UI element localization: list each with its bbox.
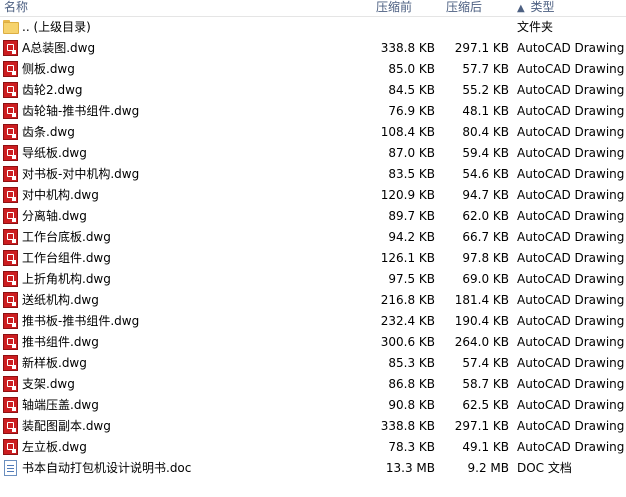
- file-rows: .. (上级目录) 文件夹 A总装图.dwg 338.8 KB 297.1 KB Auto…: [0, 17, 626, 479]
- file-size: 59.4 KB: [462, 146, 509, 160]
- file-size: 57.7 KB: [462, 62, 509, 76]
- file-row[interactable]: 送纸机构.dwg 216.8 KB 181.4 KB AutoCAD Drawing: [0, 290, 626, 311]
- file-size: 9.2 MB: [467, 461, 509, 475]
- file-row[interactable]: 支架.dwg 86.8 KB 58.7 KB AutoCAD Drawing: [0, 374, 626, 395]
- file-row[interactable]: 工作台底板.dwg 94.2 KB 66.7 KB AutoCAD Drawing: [0, 227, 626, 248]
- file-size: 264.0 KB: [454, 335, 509, 349]
- file-size: 62.0 KB: [462, 209, 509, 223]
- file-type: AutoCAD Drawing: [517, 83, 625, 97]
- column-header-name[interactable]: 名称: [4, 0, 28, 16]
- file-size: 66.7 KB: [462, 230, 509, 244]
- file-row[interactable]: 上折角机构.dwg 97.5 KB 69.0 KB AutoCAD Drawing: [0, 269, 626, 290]
- file-type: AutoCAD Drawing: [517, 167, 625, 181]
- file-size: 49.1 KB: [462, 440, 509, 454]
- file-size: 97.8 KB: [462, 251, 509, 265]
- file-type: AutoCAD Drawing: [517, 62, 625, 76]
- file-type: AutoCAD Drawing: [517, 230, 625, 244]
- file-size: 190.4 KB: [454, 314, 509, 328]
- file-type: AutoCAD Drawing: [517, 125, 625, 139]
- file-row[interactable]: 齿轮轴-推书组件.dwg 76.9 KB 48.1 KB AutoCAD Drawin…: [0, 101, 626, 122]
- file-row[interactable]: 书本自动打包机设计说明书.doc 13.3 MB 9.2 MB DOC 文档: [0, 458, 626, 479]
- column-header-type-label: 类型: [530, 0, 555, 14]
- file-type: AutoCAD Drawing: [517, 293, 625, 307]
- file-type: 文件夹: [517, 20, 554, 34]
- file-type: AutoCAD Drawing: [517, 146, 625, 160]
- file-size: 297.1 KB: [454, 419, 509, 433]
- file-type: AutoCAD Drawing: [517, 104, 625, 118]
- file-row[interactable]: 对中机构.dwg 120.9 KB 94.7 KB AutoCAD Drawing: [0, 185, 626, 206]
- file-type: AutoCAD Drawing: [517, 398, 625, 412]
- file-size: 94.7 KB: [462, 188, 509, 202]
- file-type: AutoCAD Drawing: [517, 356, 625, 370]
- file-row[interactable]: 分离轴.dwg 89.7 KB 62.0 KB AutoCAD Drawing: [0, 206, 626, 227]
- file-size: 69.0 KB: [462, 272, 509, 286]
- file-type: AutoCAD Drawing: [517, 377, 625, 391]
- file-row[interactable]: 轴端压盖.dwg 90.8 KB 62.5 KB AutoCAD Drawing: [0, 395, 626, 416]
- file-size: 54.6 KB: [462, 167, 509, 181]
- file-row[interactable]: 推书板-推书组件.dwg 232.4 KB 190.4 KB AutoCAD Draw…: [0, 311, 626, 332]
- column-header-bar: 名称 压缩前 压缩后 ▲ 类型: [0, 0, 626, 17]
- file-size: 48.1 KB: [462, 104, 509, 118]
- file-size: 58.7 KB: [462, 377, 509, 391]
- file-row[interactable]: .. (上级目录) 文件夹: [0, 17, 626, 38]
- file-row[interactable]: 对书板-对中机构.dwg 83.5 KB 54.6 KB AutoCAD Drawin…: [0, 164, 626, 185]
- file-row[interactable]: 导纸板.dwg 87.0 KB 59.4 KB AutoCAD Drawing: [0, 143, 626, 164]
- file-row[interactable]: 推书组件.dwg 300.6 KB 264.0 KB AutoCAD Drawing: [0, 332, 626, 353]
- column-header-size[interactable]: 压缩后: [446, 0, 482, 16]
- file-size: [0, 17, 509, 38]
- file-type: AutoCAD Drawing: [517, 251, 625, 265]
- archive-file-list: 名称 压缩前 压缩后 ▲ 类型 .. (上级目录) 文件夹 A总装图.dwg 338.…: [0, 0, 626, 497]
- file-type: AutoCAD Drawing: [517, 440, 625, 454]
- file-size: 297.1 KB: [454, 41, 509, 55]
- file-row[interactable]: 左立板.dwg 78.3 KB 49.1 KB AutoCAD Drawing: [0, 437, 626, 458]
- file-row[interactable]: 齿条.dwg 108.4 KB 80.4 KB AutoCAD Drawing: [0, 122, 626, 143]
- file-size: 57.4 KB: [462, 356, 509, 370]
- file-row[interactable]: 侧板.dwg 85.0 KB 57.7 KB AutoCAD Drawing: [0, 59, 626, 80]
- file-type: AutoCAD Drawing: [517, 41, 625, 55]
- file-row[interactable]: 装配图副本.dwg 338.8 KB 297.1 KB AutoCAD Drawing: [0, 416, 626, 437]
- file-row[interactable]: 齿轮2.dwg 84.5 KB 55.2 KB AutoCAD Drawing: [0, 80, 626, 101]
- file-type: AutoCAD Drawing: [517, 188, 625, 202]
- file-type: AutoCAD Drawing: [517, 209, 625, 223]
- column-header-type[interactable]: ▲ 类型: [517, 0, 555, 16]
- file-type: AutoCAD Drawing: [517, 335, 625, 349]
- file-row[interactable]: 工作台组件.dwg 126.1 KB 97.8 KB AutoCAD Drawing: [0, 248, 626, 269]
- file-size: 55.2 KB: [462, 83, 509, 97]
- file-type: DOC 文档: [517, 461, 572, 475]
- file-type: AutoCAD Drawing: [517, 419, 625, 433]
- column-header-packed-size[interactable]: 压缩前: [376, 0, 412, 16]
- file-type: AutoCAD Drawing: [517, 272, 625, 286]
- file-size: 181.4 KB: [454, 293, 509, 307]
- file-type: AutoCAD Drawing: [517, 314, 625, 328]
- file-row[interactable]: A总装图.dwg 338.8 KB 297.1 KB AutoCAD Drawing: [0, 38, 626, 59]
- sort-ascending-icon: ▲: [517, 3, 525, 14]
- file-row[interactable]: 新样板.dwg 85.3 KB 57.4 KB AutoCAD Drawing: [0, 353, 626, 374]
- file-size: 80.4 KB: [462, 125, 509, 139]
- file-size: 62.5 KB: [462, 398, 509, 412]
